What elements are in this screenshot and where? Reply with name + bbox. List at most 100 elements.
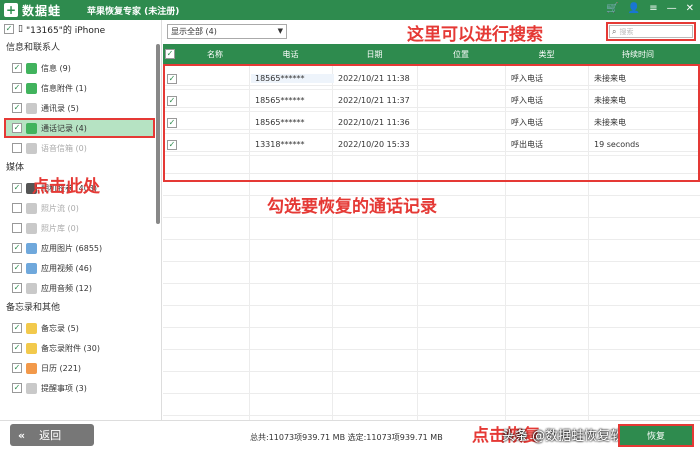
checkbox[interactable]: ✓ xyxy=(12,143,22,153)
table-row[interactable]: ✓ 18565****** 2022/10/21 11:37 呼入电话 未接来电 xyxy=(165,90,698,112)
annotation-click-here: 点击此处 xyxy=(32,177,100,197)
app-photo-icon xyxy=(26,242,37,254)
annotation-select-records: 勾选要恢复的通话记录 xyxy=(267,197,437,217)
cell-type: 呼入电话 xyxy=(511,118,543,127)
account-icon[interactable]: 👤 xyxy=(628,3,640,14)
call-history-table: ✓ 名称 电话 日期 位置 类型 持续时间 ✓ 18565****** 2022… xyxy=(163,44,700,420)
cell-duration: 未接来电 xyxy=(594,74,626,83)
sidebar-item-reminders[interactable]: ✓ 提醒事项 (3) xyxy=(0,378,161,398)
sidebar-item-photo-stream[interactable]: ✓ 照片流 (0) xyxy=(0,198,161,218)
message-attachment-icon xyxy=(26,82,37,94)
column-header-type[interactable]: 类型 xyxy=(505,49,588,60)
back-button[interactable]: « 返回 xyxy=(10,424,94,446)
sidebar-item-voicemail[interactable]: ✓ 语音信箱 (0) xyxy=(0,138,161,158)
search-box[interactable]: ⌕ 搜索 xyxy=(606,22,696,41)
sidebar-item-photo-library[interactable]: ✓ 照片库 (0) xyxy=(0,218,161,238)
checkbox[interactable]: ✓ xyxy=(12,83,22,93)
checkbox[interactable]: ✓ xyxy=(12,263,22,273)
sidebar-item-call-history[interactable]: ✓ 通话记录 (4) xyxy=(4,118,155,138)
sidebar-item-label: 照片库 (0) xyxy=(41,223,79,233)
device-checkbox[interactable]: ✓ xyxy=(4,24,14,34)
music-note-icon xyxy=(26,282,37,294)
sidebar-item-contacts[interactable]: ✓ 通讯录 (5) xyxy=(0,98,161,118)
table-row[interactable]: ✓ 13318****** 2022/10/20 15:33 呼出电话 19 s… xyxy=(165,134,698,156)
column-header-date[interactable]: 日期 xyxy=(332,49,417,60)
minimize-button[interactable]: — xyxy=(667,3,677,14)
window-controls: 🛒 👤 ≡ — ✕ xyxy=(606,3,694,14)
recover-button[interactable]: 恢复 xyxy=(618,424,694,447)
checkbox[interactable]: ✓ xyxy=(12,243,22,253)
cell-phone: 18565****** xyxy=(255,118,305,127)
cell-phone: 18565****** xyxy=(255,96,305,105)
column-header-phone[interactable]: 电话 xyxy=(249,49,332,60)
checkbox[interactable]: ✓ xyxy=(12,223,22,233)
checkbox[interactable]: ✓ xyxy=(12,363,22,373)
message-icon xyxy=(26,62,37,74)
cell-date: 2022/10/21 11:36 xyxy=(338,118,410,127)
cell-date: 2022/10/21 11:37 xyxy=(338,96,410,105)
sidebar-item-messages[interactable]: ✓ 信息 (9) xyxy=(0,58,161,78)
sidebar-item-label: 照片流 (0) xyxy=(41,203,79,213)
main-panel: 显示全部 (4) ▼ 这里可以进行搜索 ⌕ 搜索 ✓ 名称 电话 日期 位置 类… xyxy=(163,20,700,420)
checkbox[interactable]: ✓ xyxy=(12,103,22,113)
totals-text: 总共:11073项939.71 MB 选定:11073项939.71 MB xyxy=(250,433,443,442)
watermark: 头条 @数据蛙恢复软件 xyxy=(502,429,637,444)
checkbox[interactable]: ✓ xyxy=(12,63,22,73)
sidebar-item-app-videos[interactable]: ✓ 应用视频 (46) xyxy=(0,258,161,278)
sidebar-item-label: 通讯录 (5) xyxy=(41,103,79,113)
sidebar-item-app-audio[interactable]: ✓ 应用音频 (12) xyxy=(0,278,161,298)
sidebar-item-app-photos[interactable]: ✓ 应用图片 (6855) xyxy=(0,238,161,258)
checkbox[interactable]: ✓ xyxy=(12,343,22,353)
row-checkbox[interactable]: ✓ xyxy=(167,73,177,84)
device-item[interactable]: ✓ ▯ "13165"的 iPhone xyxy=(0,20,161,38)
row-checkbox[interactable]: ✓ xyxy=(167,95,177,106)
search-icon: ⌕ xyxy=(612,26,617,36)
select-all-checkbox[interactable]: ✓ xyxy=(165,49,175,59)
notes-icon xyxy=(26,322,37,334)
menu-icon[interactable]: ≡ xyxy=(649,3,657,14)
note-attachment-icon xyxy=(26,342,37,354)
logo-text: 数据蛙 xyxy=(22,3,62,18)
cell-phone: 13318****** xyxy=(255,140,305,149)
filter-value: 显示全部 (4) xyxy=(171,27,217,36)
cell-phone: 18565****** xyxy=(251,74,334,83)
cell-type: 呼入电话 xyxy=(511,74,543,83)
filter-dropdown[interactable]: 显示全部 (4) ▼ xyxy=(167,24,287,39)
checkbox[interactable]: ✓ xyxy=(12,283,22,293)
chevron-down-icon: ▼ xyxy=(277,27,283,35)
checkbox[interactable]: ✓ xyxy=(12,123,22,133)
checkbox[interactable]: ✓ xyxy=(12,383,22,393)
sidebar-item-note-attachments[interactable]: ✓ 备忘录附件 (30) xyxy=(0,338,161,358)
table-row[interactable]: ✓ 18565****** 2022/10/21 11:36 呼入电话 未接来电 xyxy=(165,112,698,134)
row-checkbox[interactable]: ✓ xyxy=(167,117,177,128)
checkbox[interactable]: ✓ xyxy=(12,203,22,213)
title-bar: + 数据蛙 苹果恢复专家 (未注册) 🛒 👤 ≡ — ✕ xyxy=(0,0,700,20)
cart-icon[interactable]: 🛒 xyxy=(606,3,618,14)
close-button[interactable]: ✕ xyxy=(686,3,694,14)
toolbar: 显示全部 (4) ▼ 这里可以进行搜索 ⌕ 搜索 xyxy=(163,20,700,45)
checkbox[interactable]: ✓ xyxy=(12,183,22,193)
table-row[interactable]: ✓ 18565****** 2022/10/21 11:38 呼入电话 未接来电 xyxy=(165,68,698,90)
column-header-location[interactable]: 位置 xyxy=(417,49,505,60)
section-title-notes: 备忘录和其他 xyxy=(6,303,61,313)
table-header: ✓ 名称 电话 日期 位置 类型 持续时间 xyxy=(163,44,700,64)
sidebar-item-notes[interactable]: ✓ 备忘录 (5) xyxy=(0,318,161,338)
sidebar-item-label: 备忘录附件 (30) xyxy=(41,343,100,353)
recover-label: 恢复 xyxy=(646,432,665,442)
search-input[interactable]: 搜索 xyxy=(619,27,633,37)
calendar-icon xyxy=(26,362,37,374)
sidebar-item-label: 语音信箱 (0) xyxy=(41,143,87,153)
reminders-icon xyxy=(26,382,37,394)
column-header-name[interactable]: 名称 xyxy=(181,49,249,60)
annotation-search-hint: 这里可以进行搜索 xyxy=(407,25,543,45)
row-checkbox[interactable]: ✓ xyxy=(167,139,177,150)
column-header-duration[interactable]: 持续时间 xyxy=(588,49,688,60)
photo-stream-icon xyxy=(26,202,37,214)
sidebar-scrollbar[interactable] xyxy=(156,44,160,224)
sidebar-item-message-attachments[interactable]: ✓ 信息附件 (1) xyxy=(0,78,161,98)
sidebar-item-calendar[interactable]: ✓ 日历 (221) xyxy=(0,358,161,378)
cell-date: 2022/10/21 11:38 xyxy=(338,74,410,83)
phone-icon: ▯ xyxy=(18,24,23,34)
contacts-icon xyxy=(26,102,37,114)
checkbox[interactable]: ✓ xyxy=(12,323,22,333)
